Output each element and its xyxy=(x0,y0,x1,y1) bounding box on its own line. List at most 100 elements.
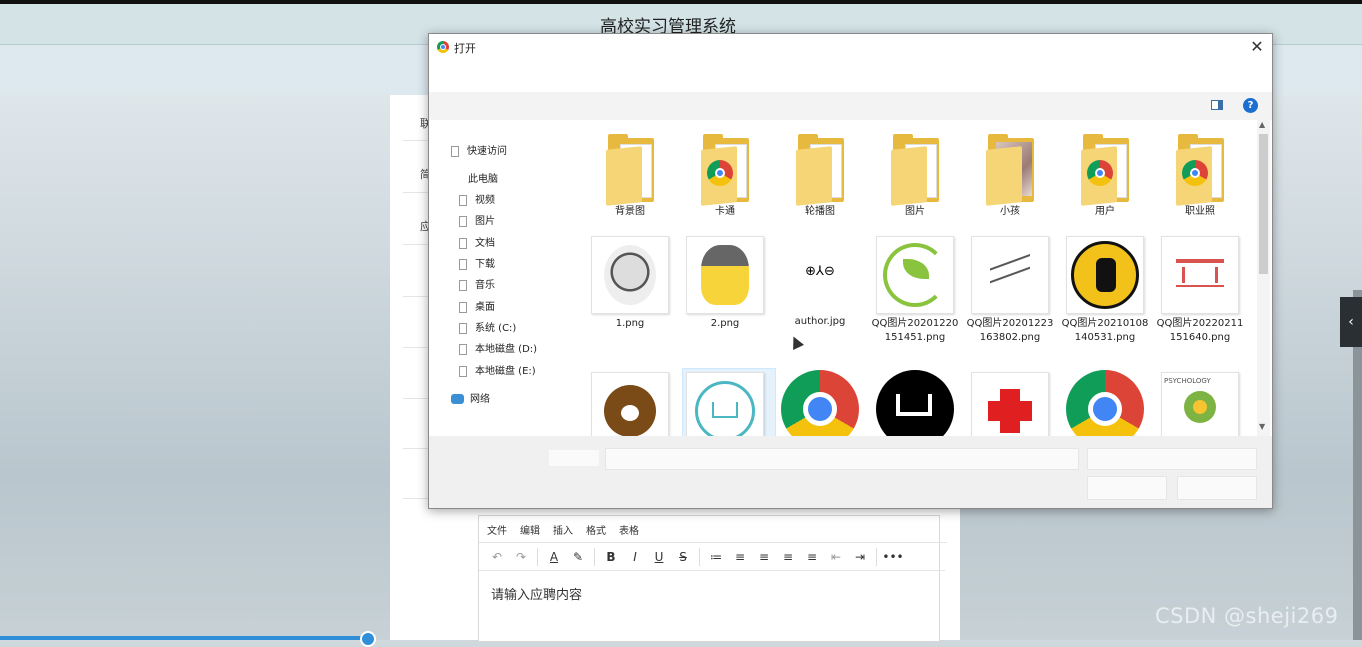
preview-pane-icon[interactable] xyxy=(1211,100,1223,110)
menu-insert[interactable]: 插入 xyxy=(553,522,573,537)
highlight-icon[interactable]: ✎ xyxy=(566,550,590,564)
folder-photo-icon xyxy=(984,134,1036,206)
filename-label xyxy=(549,450,599,466)
close-icon[interactable]: ✕ xyxy=(1247,37,1267,57)
file-tile[interactable]: PSYCHOLOGY xyxy=(1155,372,1245,436)
tile-label: 1.png xyxy=(615,318,645,329)
file-tile[interactable]: QQ图片20201220151451.png xyxy=(870,236,960,345)
tile-label: author.jpg xyxy=(794,316,846,327)
folder-tile[interactable]: 卡通 xyxy=(680,134,770,219)
editor-menubar: 文件 编辑 插入 格式 表格 xyxy=(479,516,947,543)
nav-item-videos[interactable]: 视频 xyxy=(459,191,495,211)
nav-label: 快速访问 xyxy=(467,146,507,157)
outdent-icon[interactable]: ⇤ xyxy=(824,550,848,564)
undo-icon[interactable]: ↶ xyxy=(485,550,509,564)
cancel-button[interactable] xyxy=(1177,476,1257,500)
file-tile[interactable] xyxy=(680,372,770,436)
nav-item-downloads[interactable]: 下载 xyxy=(459,255,495,275)
nav-label: 桌面 xyxy=(475,302,495,313)
rich-text-editor[interactable]: 文件 编辑 插入 格式 表格 ↶ ↷ A ✎ B I U S ≔ ≡ ≡ ≡ ≡… xyxy=(478,515,947,642)
address-bar[interactable] xyxy=(429,62,1272,92)
doc-icon xyxy=(459,279,467,291)
tile-label: QQ图片20220211151640.png xyxy=(1156,318,1244,343)
more-icon[interactable]: ••• xyxy=(881,550,905,564)
doc-icon xyxy=(459,365,467,377)
scrollbar-thumb[interactable] xyxy=(1259,134,1268,274)
file-tile[interactable] xyxy=(870,370,960,436)
nav-label: 下载 xyxy=(475,259,495,270)
nav-item-music[interactable]: 音乐 xyxy=(459,276,495,296)
author-logo-text: ⊕⅄⊖ xyxy=(805,264,835,279)
nav-item-drive-c[interactable]: 系统 (C:) xyxy=(459,319,516,339)
folder-tile[interactable]: 图片 xyxy=(870,134,960,219)
file-tile[interactable]: 2.png xyxy=(680,236,770,331)
nav-label: 图片 xyxy=(475,216,495,227)
nav-item-drive-d[interactable]: 本地磁盘 (D:) xyxy=(459,340,537,360)
strikethrough-icon[interactable]: S xyxy=(671,550,695,564)
tile-label: 背景图 xyxy=(615,206,645,217)
folder-tile[interactable]: 小孩 xyxy=(965,134,1055,219)
chrome-icon xyxy=(781,370,859,436)
network-icon xyxy=(451,394,464,404)
folder-tile[interactable]: 用户 xyxy=(1060,134,1150,219)
file-tile[interactable] xyxy=(775,370,865,436)
scroll-down-icon[interactable]: ▼ xyxy=(1259,422,1265,431)
file-tile[interactable]: QQ图片20201223163802.png xyxy=(965,236,1055,345)
file-tile[interactable]: ⊕⅄⊖ author.jpg xyxy=(775,236,865,329)
doc-icon xyxy=(459,343,467,355)
text-color-icon[interactable]: A xyxy=(542,550,566,564)
menu-table[interactable]: 表格 xyxy=(619,522,639,537)
underline-icon[interactable]: U xyxy=(647,550,671,564)
scroll-up-icon[interactable]: ▲ xyxy=(1259,120,1265,129)
navigation-pane: 快速访问 此电脑 视频 图片 文档 下载 音乐 桌面 系统 (C:) 本地磁盘 … xyxy=(429,120,579,460)
redo-icon[interactable]: ↷ xyxy=(509,550,533,564)
justify-icon[interactable]: ≡ xyxy=(800,550,824,564)
file-tile[interactable]: QQ图片20220211151640.png xyxy=(1155,236,1245,345)
nav-quick-access[interactable]: 快速访问 xyxy=(451,142,507,162)
list-icon[interactable]: ≔ xyxy=(704,550,728,564)
file-list-scrollbar[interactable]: ▲ ▼ xyxy=(1257,120,1270,436)
folder-tile[interactable]: 职业照 xyxy=(1155,134,1245,219)
filename-input[interactable] xyxy=(605,448,1079,470)
file-tile[interactable]: QQ图片20210108140531.png xyxy=(1060,236,1150,345)
align-right-icon[interactable]: ≡ xyxy=(776,550,800,564)
progress-knob[interactable] xyxy=(360,631,376,647)
italic-icon[interactable]: I xyxy=(623,550,647,564)
nav-label: 文档 xyxy=(475,238,495,249)
menu-edit[interactable]: 编辑 xyxy=(520,522,540,537)
align-center-icon[interactable]: ≡ xyxy=(752,550,776,564)
help-icon[interactable]: ? xyxy=(1243,98,1258,113)
editor-placeholder[interactable]: 请输入应聘内容 xyxy=(491,584,582,603)
image-thumbnail xyxy=(1161,236,1239,314)
file-tile[interactable] xyxy=(965,372,1055,436)
nav-item-documents[interactable]: 文档 xyxy=(459,234,495,254)
menu-file[interactable]: 文件 xyxy=(487,522,507,537)
file-tile[interactable] xyxy=(1060,370,1150,436)
nav-item-drive-e[interactable]: 本地磁盘 (E:) xyxy=(459,362,536,382)
doc-icon xyxy=(459,258,467,270)
file-tile[interactable] xyxy=(585,372,675,436)
folder-tile[interactable]: 轮播图 xyxy=(775,134,865,219)
nav-network[interactable]: 网络 xyxy=(451,390,490,410)
open-button[interactable] xyxy=(1087,476,1167,500)
nav-label: 网络 xyxy=(470,394,490,405)
image-thumbnail xyxy=(971,236,1049,314)
folder-chrome-icon xyxy=(699,134,751,206)
filetype-select[interactable] xyxy=(1087,448,1257,470)
psychology-logo-text: PSYCHOLOGY xyxy=(1164,377,1211,385)
doc-icon xyxy=(459,301,467,313)
nav-item-desktop[interactable]: 桌面 xyxy=(459,298,495,318)
dialog-titlebar: 打开 ✕ xyxy=(429,34,1272,62)
doc-icon xyxy=(459,215,467,227)
tile-label: 图片 xyxy=(905,206,925,217)
file-tile[interactable]: 1.png xyxy=(585,236,675,331)
folder-tile[interactable]: 背景图 xyxy=(585,134,675,219)
side-panel-toggle[interactable]: ‹ xyxy=(1340,297,1362,347)
align-left-icon[interactable]: ≡ xyxy=(728,550,752,564)
nav-item-pictures[interactable]: 图片 xyxy=(459,212,495,232)
menu-format[interactable]: 格式 xyxy=(586,522,606,537)
indent-icon[interactable]: ⇥ xyxy=(848,550,872,564)
bold-icon[interactable]: B xyxy=(599,550,623,564)
image-thumbnail xyxy=(971,372,1049,436)
nav-this-pc[interactable]: 此电脑 xyxy=(468,170,498,190)
